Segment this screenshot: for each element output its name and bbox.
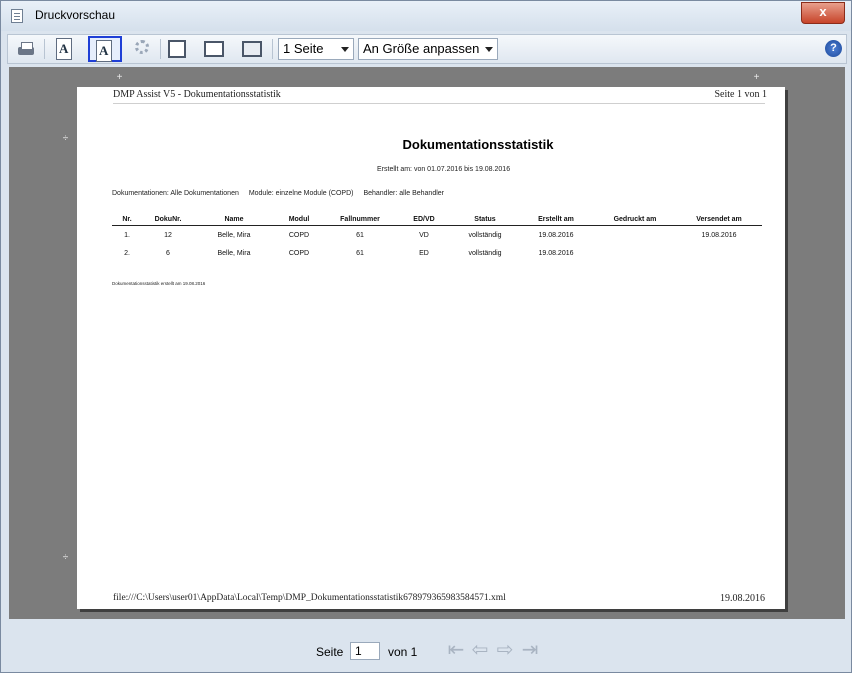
footer-date: 19.08.2016 (720, 593, 765, 604)
table-cell: 61 (356, 231, 364, 239)
portrait-button[interactable]: A (52, 38, 76, 60)
page-mode-value: 1 Seite (283, 41, 324, 56)
chevron-down-icon (485, 47, 493, 52)
printer-icon[interactable] (14, 38, 38, 60)
page-mode-dropdown[interactable]: 1 Seite (278, 38, 354, 60)
created-range: Erstellt am: von 01.07.2016 bis 19.08.20… (377, 166, 511, 173)
table-cell: vollständig (468, 231, 502, 239)
col-header: Gedruckt am (594, 214, 676, 226)
table-cell (594, 226, 676, 245)
table-cell: 12 (164, 231, 172, 239)
margin-handle-icon[interactable]: + (115, 73, 124, 83)
toolbar-separator (160, 39, 161, 59)
col-header: Erstellt am (518, 214, 594, 226)
col-header: Modul (274, 214, 324, 226)
table-cell: COPD (288, 249, 310, 257)
filter-modules: Module: einzelne Module (COPD) (248, 190, 354, 197)
table-cell: 19.08.2016 (701, 231, 737, 239)
print-preview-window: Druckvorschau x A A 1 Seite An Größe anp… (0, 0, 852, 673)
table-row: 2. 6 Belle, Mira COPD 61 ED vollständig … (112, 244, 762, 262)
toolbar-separator (44, 39, 45, 59)
toolbar: A A 1 Seite An Größe anpassen ? (7, 34, 847, 64)
last-page-icon[interactable]: ⇥ (519, 639, 541, 661)
table-cell: 2. (124, 249, 130, 257)
header-divider (113, 103, 765, 104)
close-button[interactable]: x (801, 2, 845, 24)
table-cell: Belle, Mira (217, 249, 251, 257)
single-page-icon[interactable] (168, 40, 186, 58)
col-header: Nr. (112, 214, 142, 226)
navigation-bar: Seite 1 von 1 ⇤ ⇦ ⇨ ⇥ (7, 623, 847, 667)
table-cell: 6 (166, 249, 170, 257)
landscape-button[interactable]: A (88, 36, 122, 62)
document-title: Dokumentationsstatistik (402, 137, 554, 152)
toolbar-separator (272, 39, 273, 59)
page-number-input[interactable]: 1 (350, 642, 380, 660)
title-bar: Druckvorschau x (1, 1, 851, 31)
statistics-table: Nr. DokuNr. Name Modul Fallnummer ED/VD … (112, 214, 762, 262)
document-page: DMP Assist V5 - Dokumentationsstatistik … (77, 87, 785, 609)
filter-docs: Dokumentationen: Alle Dokumentationen (112, 190, 239, 197)
table-row: 1. 12 Belle, Mira COPD 61 VD vollständig… (112, 226, 762, 245)
next-page-icon[interactable]: ⇨ (494, 639, 516, 661)
margin-handle-icon[interactable]: ÷ (61, 553, 70, 563)
help-icon[interactable]: ? (825, 40, 842, 57)
prev-page-icon[interactable]: ⇦ (469, 639, 491, 661)
zoom-dropdown[interactable]: An Größe anpassen (358, 38, 498, 60)
margin-handle-icon[interactable]: ÷ (61, 134, 70, 144)
col-header: Fallnummer (324, 214, 396, 226)
settings-icon (135, 40, 149, 54)
page-label: Seite (316, 645, 344, 659)
table-cell (594, 244, 676, 262)
header-left: DMP Assist V5 - Dokumentationsstatistik (113, 89, 281, 100)
table-cell: 19.08.2016 (538, 249, 574, 257)
col-header: Status (452, 214, 518, 226)
table-cell: vollständig (468, 249, 502, 257)
portrait-icon: A (56, 38, 72, 60)
col-header: Versendet am (676, 214, 762, 226)
settings-button[interactable] (132, 38, 156, 60)
document-icon (11, 9, 23, 23)
table-cell: 1. (124, 231, 130, 239)
table-cell: ED (419, 249, 429, 257)
chevron-down-icon (341, 47, 349, 52)
table-cell: 61 (356, 249, 364, 257)
table-cell (676, 244, 762, 262)
footnote: Dokumentationsstatistik erstellt am 19.0… (112, 281, 206, 286)
table-cell: Belle, Mira (217, 231, 251, 239)
landscape-icon: A (96, 40, 112, 62)
fit-page-icon[interactable] (242, 41, 262, 57)
filters-line: Dokumentationen: Alle Dokumentationen Mo… (112, 190, 452, 197)
window-title: Druckvorschau (35, 8, 116, 22)
first-page-icon[interactable]: ⇤ (445, 639, 467, 661)
fit-width-icon[interactable] (204, 41, 224, 57)
col-header: Name (194, 214, 274, 226)
page-count-label: von 1 (388, 645, 418, 659)
table-cell: 19.08.2016 (538, 231, 574, 239)
margin-handle-icon[interactable]: + (752, 73, 761, 83)
table-header-row: Nr. DokuNr. Name Modul Fallnummer ED/VD … (112, 214, 762, 226)
table-cell: VD (419, 231, 429, 239)
filter-provider: Behandler: alle Behandler (363, 190, 444, 197)
header-right: Seite 1 von 1 (714, 89, 768, 100)
preview-area[interactable]: + + ÷ ÷ DMP Assist V5 - Dokumentationsst… (9, 67, 845, 619)
zoom-value: An Größe anpassen (363, 41, 480, 56)
col-header: ED/VD (396, 214, 452, 226)
col-header: DokuNr. (142, 214, 194, 226)
table-cell: COPD (288, 231, 310, 239)
file-path: file:///C:\Users\user01\AppData\Local\Te… (113, 593, 506, 603)
